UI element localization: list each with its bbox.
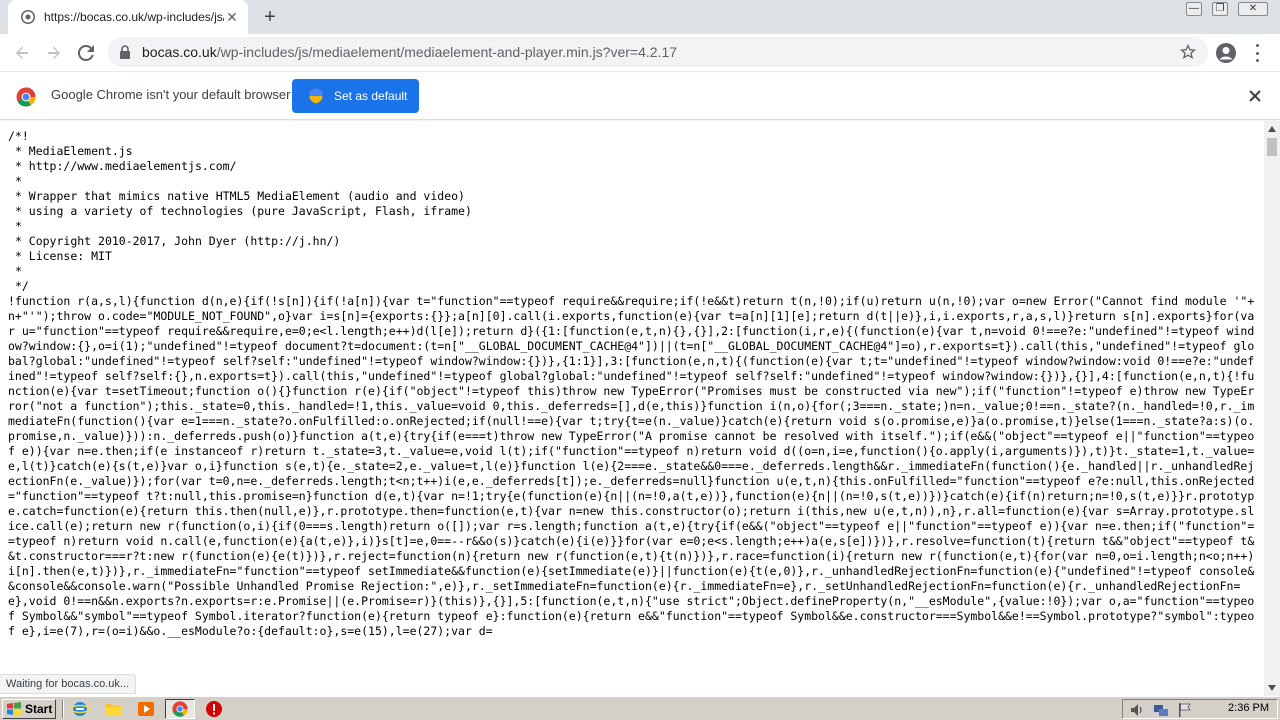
- chrome-logo-icon: [172, 701, 188, 717]
- tab-title: https://bocas.co.uk/wp-includes/js/m: [44, 10, 224, 24]
- url-host: bocas.co.uk: [142, 44, 217, 60]
- flag-icon[interactable]: [1177, 702, 1193, 718]
- profile-avatar-icon[interactable]: [1215, 42, 1237, 64]
- scroll-thumb[interactable]: [1267, 138, 1277, 156]
- uac-shield-icon: [309, 88, 323, 104]
- tab-strip: https://bocas.co.uk/wp-includes/js/m ✕ +…: [0, 0, 1280, 34]
- menu-dot-icon: [1255, 59, 1259, 62]
- status-bubble: Waiting for bocas.co.uk...: [0, 674, 137, 694]
- browser-toolbar: bocas.co.uk/wp-includes/js/mediaelement/…: [0, 34, 1280, 72]
- internet-explorer-icon[interactable]: [71, 700, 89, 718]
- windows-logo-icon: [7, 702, 21, 716]
- reload-button[interactable]: [75, 42, 97, 64]
- url-path: /wp-includes/js/mediaelement/mediaelemen…: [216, 44, 678, 60]
- tab-close-icon[interactable]: ✕: [224, 9, 240, 25]
- chrome-menu-button[interactable]: [1254, 44, 1260, 62]
- default-browser-infobar: Google Chrome isn't your default browser…: [0, 72, 1280, 120]
- volume-icon[interactable]: [1129, 702, 1145, 718]
- alert-stop-icon[interactable]: [205, 700, 223, 718]
- arrow-right-icon: [48, 46, 60, 59]
- windows-taskbar: Start 2:36 PM: [0, 696, 1280, 720]
- network-icon[interactable]: [1153, 702, 1169, 718]
- minimize-button[interactable]: —: [1186, 2, 1202, 16]
- clock: 2:36 PM: [1228, 702, 1269, 714]
- media-player-icon[interactable]: [137, 700, 155, 718]
- back-button[interactable]: [11, 42, 33, 64]
- source-code-text: /*! * MediaElement.js * http://www.media…: [8, 129, 1255, 638]
- triangle-down-icon: [1268, 685, 1276, 691]
- taskbar-separator: [62, 700, 64, 718]
- set-as-default-button[interactable]: Set as default: [292, 79, 419, 113]
- new-tab-button[interactable]: +: [258, 6, 282, 28]
- arrow-left-icon: [16, 46, 28, 59]
- start-button[interactable]: Start: [2, 699, 56, 719]
- reload-icon: [78, 45, 94, 61]
- scroll-up-button[interactable]: [1264, 121, 1280, 137]
- browser-tab[interactable]: https://bocas.co.uk/wp-includes/js/m ✕: [8, 0, 248, 34]
- start-label: Start: [25, 702, 53, 716]
- close-window-button[interactable]: ✕: [1238, 2, 1268, 16]
- folder-icon[interactable]: [105, 700, 123, 718]
- vertical-scrollbar[interactable]: [1264, 121, 1280, 696]
- bookmark-star-icon[interactable]: [1180, 44, 1196, 60]
- menu-dot-icon: [1255, 51, 1259, 55]
- globe-icon: [21, 10, 35, 24]
- chrome-logo-icon: [16, 87, 36, 107]
- close-icon[interactable]: [1247, 88, 1263, 104]
- restore-button[interactable]: ❐: [1212, 2, 1228, 16]
- address-bar[interactable]: bocas.co.uk/wp-includes/js/mediaelement/…: [108, 37, 1208, 67]
- infobar-message: Google Chrome isn't your default browser: [51, 87, 291, 102]
- triangle-up-icon: [1268, 126, 1276, 132]
- menu-dot-icon: [1255, 44, 1259, 47]
- chrome-taskbar-button[interactable]: [165, 699, 195, 719]
- page-content: /*! * MediaElement.js * http://www.media…: [0, 121, 1264, 696]
- system-tray: 2:36 PM: [1122, 699, 1278, 719]
- url-text: bocas.co.uk/wp-includes/js/mediaelement/…: [142, 44, 677, 60]
- set-as-default-label: Set as default: [334, 89, 408, 103]
- scroll-down-button[interactable]: [1264, 680, 1280, 696]
- lock-icon: [120, 45, 130, 59]
- forward-button[interactable]: [43, 42, 65, 64]
